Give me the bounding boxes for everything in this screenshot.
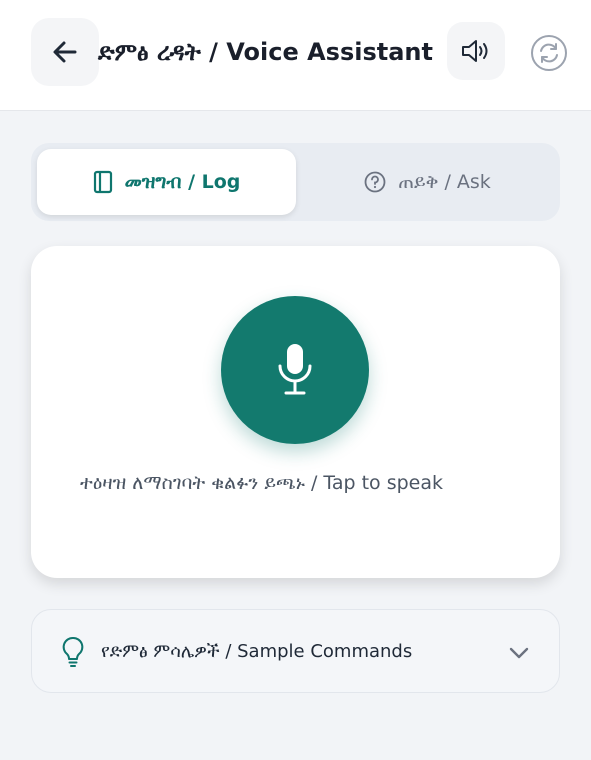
notebook-icon bbox=[93, 170, 112, 194]
sample-commands-label: የድምፅ ምሳሌዎች / Sample Commands bbox=[101, 641, 413, 662]
microphone-icon bbox=[278, 344, 312, 395]
back-button[interactable] bbox=[31, 18, 99, 86]
arrow-left-icon bbox=[53, 41, 77, 63]
chevron-down-icon bbox=[506, 640, 532, 666]
refresh-icon bbox=[531, 35, 567, 71]
microphone-button[interactable] bbox=[221, 296, 369, 444]
app-header: ድምፅ ረዳት / Voice Assistant bbox=[0, 0, 591, 111]
tab-log-label: መዝግብ / Log bbox=[124, 171, 241, 193]
question-circle-icon bbox=[364, 171, 386, 193]
tab-ask[interactable]: ጠይቅ / Ask bbox=[301, 149, 554, 215]
sample-commands-accordion[interactable]: የድምፅ ምሳሌዎች / Sample Commands bbox=[31, 609, 560, 693]
lightbulb-icon bbox=[62, 636, 84, 668]
tab-log[interactable]: መዝግብ / Log bbox=[37, 149, 296, 215]
page-title: ድምፅ ረዳት / Voice Assistant bbox=[98, 38, 433, 66]
tab-ask-label: ጠይቅ / Ask bbox=[398, 171, 491, 193]
tap-to-speak-prompt: ተዕዛዝ ለማስገባት ቁልፉን ይጫኑ / Tap to speak bbox=[80, 472, 444, 494]
refresh-button[interactable] bbox=[528, 32, 570, 74]
speaker-icon bbox=[462, 40, 488, 62]
voice-input-card: ተዕዛዝ ለማስገባት ቁልፉን ይጫኑ / Tap to speak bbox=[31, 246, 560, 578]
mode-tabs: መዝግብ / Log ጠይቅ / Ask bbox=[31, 143, 560, 221]
speaker-button[interactable] bbox=[447, 22, 505, 80]
